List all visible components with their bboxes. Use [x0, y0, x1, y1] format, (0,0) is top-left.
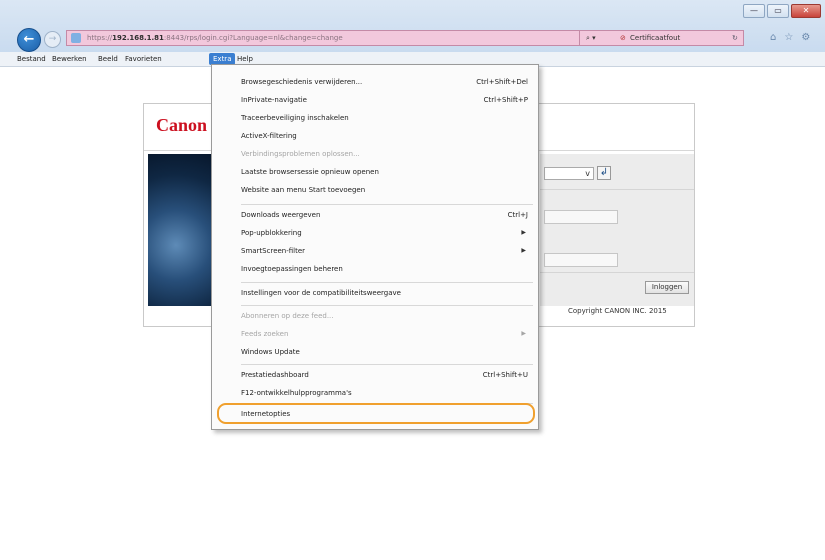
menu-item-inprivate[interactable]: InPrivate-navigatie Ctrl+Shift+P [215, 92, 535, 109]
menu-item-label: Laatste browsersessie opnieuw openen [241, 168, 379, 176]
menu-item-label: ActiveX-filtering [241, 132, 297, 140]
menu-item-popup-blocker[interactable]: Pop-upblokkering ▶ [215, 225, 535, 242]
password-field[interactable] [544, 253, 618, 267]
menu-item-f12-tools[interactable]: F12-ontwikkelhulpprogramma's [215, 385, 535, 402]
favorites-star-icon[interactable]: ☆ [784, 32, 793, 43]
menu-item-windows-update[interactable]: Windows Update [215, 344, 535, 361]
url-host: 192.168.1.81 [112, 34, 164, 42]
menu-item-fix-connection: Verbindingsproblemen oplossen... [215, 146, 535, 163]
canon-logo: Canon [156, 115, 208, 135]
menu-item-shortcut: Ctrl+J [507, 211, 528, 219]
apply-language-button[interactable]: ↲ [597, 166, 611, 180]
menu-separator [241, 364, 533, 365]
menu-beeld[interactable]: Beeld [98, 55, 118, 63]
menu-item-label: Windows Update [241, 348, 300, 356]
url-path: :8443/rps/login.cgi?Language=nl&change=c… [163, 34, 343, 42]
home-icon[interactable]: ⌂ [770, 32, 776, 43]
submenu-arrow-icon: ▶ [521, 247, 526, 254]
language-select[interactable]: v [544, 167, 594, 180]
menu-separator [241, 282, 533, 283]
menu-item-label: Invoegtoepassingen beheren [241, 265, 343, 273]
username-field[interactable] [544, 210, 618, 224]
refresh-icon[interactable]: ↻ [732, 31, 738, 46]
menu-separator [241, 204, 533, 205]
certificate-error-icon[interactable]: ⊘ [620, 31, 626, 46]
menu-item-label: Browsegeschiedenis verwijderen... [241, 78, 363, 86]
menu-item-label: F12-ontwikkelhulpprogramma's [241, 389, 352, 397]
divider [540, 272, 694, 273]
menu-item-feed-discovery: Feeds zoeken ▶ [215, 326, 535, 343]
menu-item-label: Pop-upblokkering [241, 229, 302, 237]
menu-bewerken[interactable]: Bewerken [52, 55, 87, 63]
menu-item-label: SmartScreen-filter [241, 247, 306, 255]
search-icon[interactable]: ⌕ ▾ [586, 31, 596, 46]
menu-separator [241, 305, 533, 306]
menu-help[interactable]: Help [237, 55, 253, 63]
maximize-button[interactable]: ▭ [767, 4, 789, 18]
copyright-text: Copyright CANON INC. 2015 [568, 307, 667, 315]
address-bar-actions: ⌕ ▾ ⊘ Certificaatfout ↻ [580, 30, 744, 46]
menu-item-label: Feeds zoeken [241, 330, 289, 338]
hero-image [148, 154, 218, 306]
divider [540, 189, 694, 190]
menu-item-label: Downloads weergeven [241, 211, 321, 219]
menu-item-activex-filtering[interactable]: ActiveX-filtering [215, 128, 535, 145]
login-button[interactable]: Inloggen [645, 281, 689, 294]
back-button[interactable]: ← [17, 28, 41, 52]
menu-bestand[interactable]: Bestand [17, 55, 46, 63]
menu-favorieten[interactable]: Favorieten [125, 55, 162, 63]
menu-item-performance-dashboard[interactable]: Prestatiedashboard Ctrl+Shift+U [215, 367, 535, 384]
menu-item-shortcut: Ctrl+Shift+U [482, 371, 528, 379]
close-button[interactable]: ✕ [791, 4, 821, 18]
address-url: https://192.168.1.81:8443/rps/login.cgi?… [87, 34, 343, 42]
gear-icon[interactable]: ⚙ [801, 32, 810, 43]
browser-titlebar: — ▭ ✕ ← → https://192.168.1.81:8443/rps/… [0, 0, 825, 52]
highlight-ring [217, 403, 535, 424]
address-bar[interactable]: https://192.168.1.81:8443/rps/login.cgi?… [66, 30, 580, 46]
menu-item-label: Abonneren op deze feed... [241, 312, 334, 320]
menu-item-smartscreen[interactable]: SmartScreen-filter ▶ [215, 243, 535, 260]
url-prefix: https:// [87, 34, 113, 42]
menu-item-manage-addons[interactable]: Invoegtoepassingen beheren [215, 261, 535, 278]
page-icon [71, 33, 81, 43]
certificate-error-label[interactable]: Certificaatfout [630, 31, 680, 46]
minimize-button[interactable]: — [743, 4, 765, 18]
menu-item-label: InPrivate-navigatie [241, 96, 307, 104]
extra-menu-dropdown: Browsegeschiedenis verwijderen... Ctrl+S… [211, 64, 539, 430]
menu-item-subscribe-feed: Abonneren op deze feed... [215, 308, 535, 325]
menu-item-label: Instellingen voor de compatibiliteitswee… [241, 289, 401, 297]
menu-item-label: Website aan menu Start toevoegen [241, 186, 366, 194]
menu-item-compatibility-settings[interactable]: Instellingen voor de compatibiliteitswee… [215, 285, 535, 302]
toolbar-icons: ⌂ ☆ ⚙ [770, 32, 810, 43]
menu-item-label: Verbindingsproblemen oplossen... [241, 150, 360, 158]
menu-item-label: Prestatiedashboard [241, 371, 309, 379]
menu-item-delete-history[interactable]: Browsegeschiedenis verwijderen... Ctrl+S… [215, 74, 535, 91]
menu-item-tracking-protection[interactable]: Traceerbeveiliging inschakelen [215, 110, 535, 127]
menu-item-shortcut: Ctrl+Shift+P [483, 96, 528, 104]
menu-item-downloads[interactable]: Downloads weergeven Ctrl+J [215, 207, 535, 224]
menu-item-shortcut: Ctrl+Shift+Del [476, 78, 528, 86]
menu-item-add-to-start[interactable]: Website aan menu Start toevoegen [215, 182, 535, 199]
menu-item-label: Traceerbeveiliging inschakelen [241, 114, 349, 122]
submenu-arrow-icon: ▶ [521, 229, 526, 236]
submenu-arrow-icon: ▶ [521, 330, 526, 337]
window-controls: — ▭ ✕ [743, 4, 821, 18]
forward-button[interactable]: → [44, 31, 61, 48]
menu-item-reopen-session[interactable]: Laatste browsersessie opnieuw openen [215, 164, 535, 181]
